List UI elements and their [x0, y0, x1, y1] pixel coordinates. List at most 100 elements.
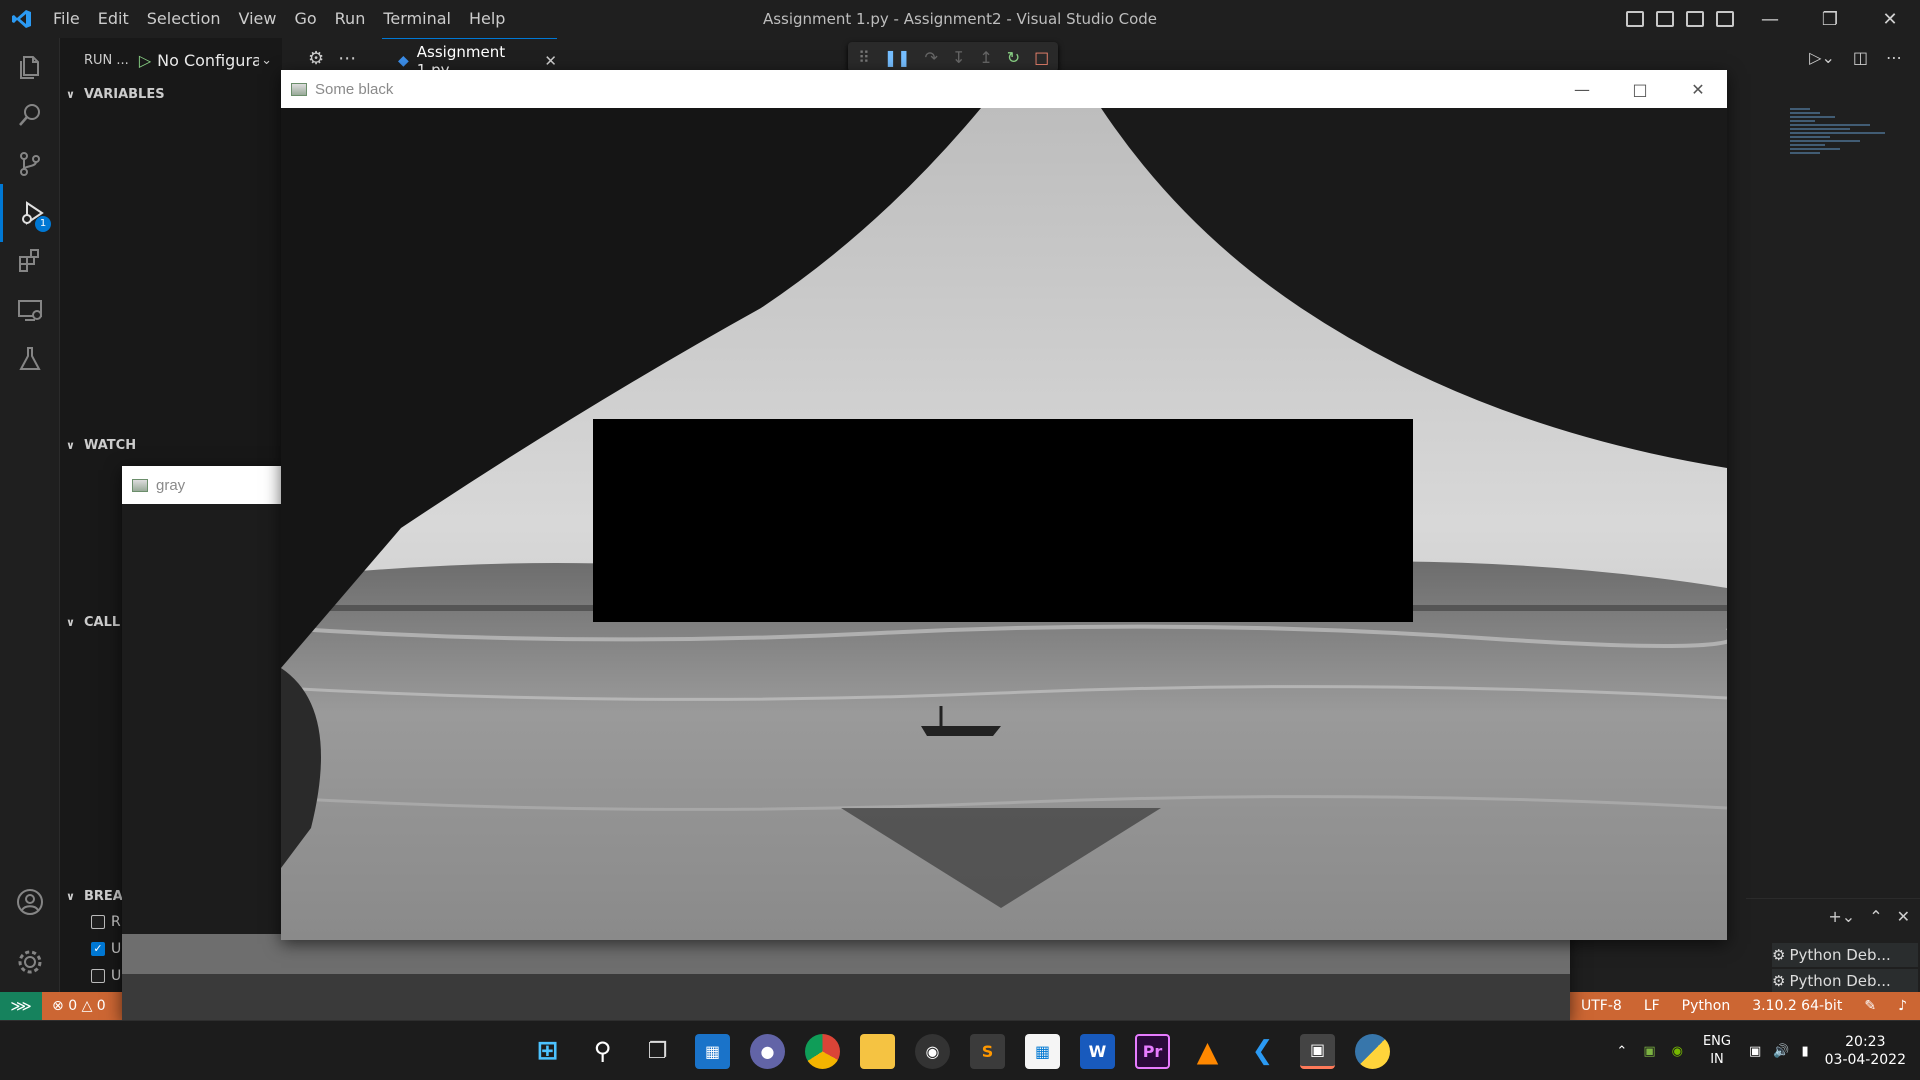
premiere-pro-icon[interactable]: Pr [1135, 1033, 1170, 1069]
menu-help[interactable]: Help [460, 0, 514, 38]
toggle-sidebar-icon[interactable] [1626, 11, 1644, 27]
image-window-title: gray [156, 476, 186, 494]
breakpoint-item[interactable]: ✓ U [91, 941, 121, 957]
obs-icon[interactable]: ◉ [915, 1033, 950, 1069]
region-code: IN [1710, 1052, 1724, 1067]
remote-indicator-icon[interactable]: ⋙ [0, 992, 42, 1020]
language-indicator[interactable]: Python [1671, 998, 1742, 1014]
word-icon[interactable]: W [1080, 1033, 1115, 1069]
more-actions-icon[interactable]: ⋯ [338, 48, 356, 69]
error-icon: ⊗ [52, 998, 64, 1014]
tray-app-icon[interactable]: ▣ [1643, 1044, 1655, 1059]
accounts-icon[interactable] [0, 873, 60, 931]
clock[interactable]: 20:23 03-04-2022 [1825, 1033, 1906, 1069]
breakpoint-label: U [111, 968, 122, 984]
split-editor-icon[interactable]: ◫ [1853, 48, 1868, 67]
drag-handle-icon[interactable]: ⠿ [858, 48, 870, 67]
menu-file[interactable]: File [44, 0, 89, 38]
testing-icon[interactable] [0, 330, 60, 388]
task-view-icon[interactable]: ❐ [640, 1034, 675, 1069]
debug-session-icon: ⚙ [1772, 946, 1786, 964]
menu-bar: File Edit Selection View Go Run Terminal… [44, 0, 514, 38]
warning-icon: △ [81, 998, 93, 1014]
start-windows-icon[interactable]: ⊞ [530, 1034, 565, 1069]
sublime-text-icon[interactable]: S [970, 1033, 1005, 1069]
chevron-down-icon: ∨ [66, 615, 75, 629]
debug-session-item[interactable]: ⚙ Python Deb... [1772, 943, 1918, 967]
eol-indicator[interactable]: LF [1633, 998, 1671, 1014]
watch-section-header[interactable]: ∨ WATCH [60, 433, 282, 457]
widgets-icon[interactable]: ▦ [695, 1033, 730, 1069]
vscode-icon[interactable]: ❮ [1245, 1034, 1280, 1069]
manage-gear-icon[interactable] [0, 933, 60, 991]
microsoft-store-icon[interactable]: ▦ [1025, 1033, 1060, 1069]
interpreter-indicator[interactable]: 3.10.2 64-bit [1741, 998, 1853, 1014]
close-tab-icon[interactable]: ✕ [544, 52, 557, 70]
more-actions-icon[interactable]: ⋯ [1886, 48, 1902, 67]
run-python-file-icon[interactable]: ▷⌄ [1809, 48, 1835, 67]
maximize-panel-icon[interactable]: ⌃ [1869, 907, 1882, 926]
windows-taskbar: ⊞ ⚲ ❐ ▦ ● ◉ S ▦ W Pr ▲ ❮ ▣ ⌃ ▣ ◉ ENG IN … [0, 1020, 1920, 1080]
debug-session-icon: ⚙ [1772, 972, 1786, 990]
menu-go[interactable]: Go [285, 0, 325, 38]
feedback-icon[interactable]: ✎ [1853, 998, 1887, 1014]
notifications-bell-icon[interactable]: ♪ [1887, 998, 1918, 1014]
image-viewer-icon[interactable]: ▣ [1300, 1033, 1335, 1069]
file-explorer-icon[interactable] [860, 1033, 895, 1069]
menu-view[interactable]: View [230, 0, 286, 38]
toggle-secondary-sidebar-icon[interactable] [1686, 11, 1704, 27]
editor-actions: ▷⌄ ◫ ⋯ [1809, 48, 1902, 67]
breakpoint-checkbox[interactable]: ✓ [91, 942, 105, 956]
teams-chat-icon[interactable]: ● [750, 1033, 785, 1069]
vlc-icon[interactable]: ▲ [1190, 1034, 1225, 1069]
volume-icon[interactable]: 🔊 [1773, 1044, 1789, 1059]
nvidia-icon[interactable]: ◉ [1672, 1044, 1683, 1059]
language-code: ENG [1702, 1034, 1731, 1049]
close-icon[interactable]: ✕ [1669, 70, 1727, 108]
breakpoint-item[interactable]: R [91, 914, 121, 930]
menu-edit[interactable]: Edit [89, 0, 138, 38]
menu-terminal[interactable]: Terminal [374, 0, 460, 38]
debug-settings-gear-icon[interactable]: ⚙ [308, 48, 324, 69]
add-terminal-icon[interactable]: +⌄ [1828, 907, 1855, 926]
chrome-icon[interactable] [805, 1033, 840, 1069]
stop-icon[interactable]: □ [1034, 48, 1049, 67]
battery-icon[interactable]: ▮ [1801, 1044, 1808, 1059]
search-icon[interactable]: ⚲ [585, 1034, 620, 1069]
warning-count: 0 [96, 998, 106, 1014]
debug-session-item[interactable]: ⚙ Python Deb... [1772, 969, 1918, 993]
menu-run[interactable]: Run [326, 0, 375, 38]
menu-selection[interactable]: Selection [138, 0, 230, 38]
show-hidden-icons-icon[interactable]: ⌃ [1616, 1044, 1627, 1059]
system-tray: ⌃ ▣ ◉ ENG IN ▣ 🔊 ▮ 20:23 03-04-2022 [1608, 1021, 1920, 1080]
start-debugging-icon[interactable]: ▷ [139, 51, 151, 70]
toggle-panel-icon[interactable] [1656, 11, 1674, 27]
problems-indicator[interactable]: ⊗ 0 △ 0 [42, 992, 122, 1020]
encoding-indicator[interactable]: UTF-8 [1570, 998, 1633, 1014]
customize-layout-icon[interactable] [1716, 11, 1734, 27]
minimap[interactable] [1790, 108, 1900, 168]
pause-icon[interactable]: ❚❚ [884, 48, 911, 67]
step-out-icon[interactable]: ↥ [979, 48, 992, 67]
restore-icon[interactable]: ❐ [1800, 0, 1860, 38]
title-bar: File Edit Selection View Go Run Terminal… [0, 0, 1920, 38]
step-over-icon[interactable]: ↷ [925, 48, 938, 67]
image-window-some-black[interactable]: Some black — □ ✕ [281, 70, 1727, 940]
variables-section-header[interactable]: ∨ VARIABLES [60, 82, 282, 106]
chevron-down-icon[interactable]: ⌄ [261, 53, 272, 68]
close-panel-icon[interactable]: ✕ [1897, 907, 1910, 926]
close-icon[interactable]: ✕ [1860, 0, 1920, 38]
restart-icon[interactable]: ↻ [1007, 48, 1020, 67]
python-icon[interactable] [1355, 1033, 1390, 1069]
breakpoint-checkbox[interactable] [91, 969, 105, 983]
maximize-icon[interactable]: □ [1611, 70, 1669, 108]
breakpoint-checkbox[interactable] [91, 915, 105, 929]
language-indicator[interactable]: ENG IN [1703, 1033, 1731, 1069]
breakpoint-item[interactable]: U [91, 968, 121, 984]
minimize-icon[interactable]: — [1740, 0, 1800, 38]
image-window-titlebar[interactable]: Some black [281, 70, 1727, 108]
debug-config-select[interactable]: No Configurat [157, 51, 259, 70]
minimize-icon[interactable]: — [1553, 70, 1611, 108]
step-into-icon[interactable]: ↧ [952, 48, 965, 67]
network-icon[interactable]: ▣ [1749, 1044, 1761, 1059]
